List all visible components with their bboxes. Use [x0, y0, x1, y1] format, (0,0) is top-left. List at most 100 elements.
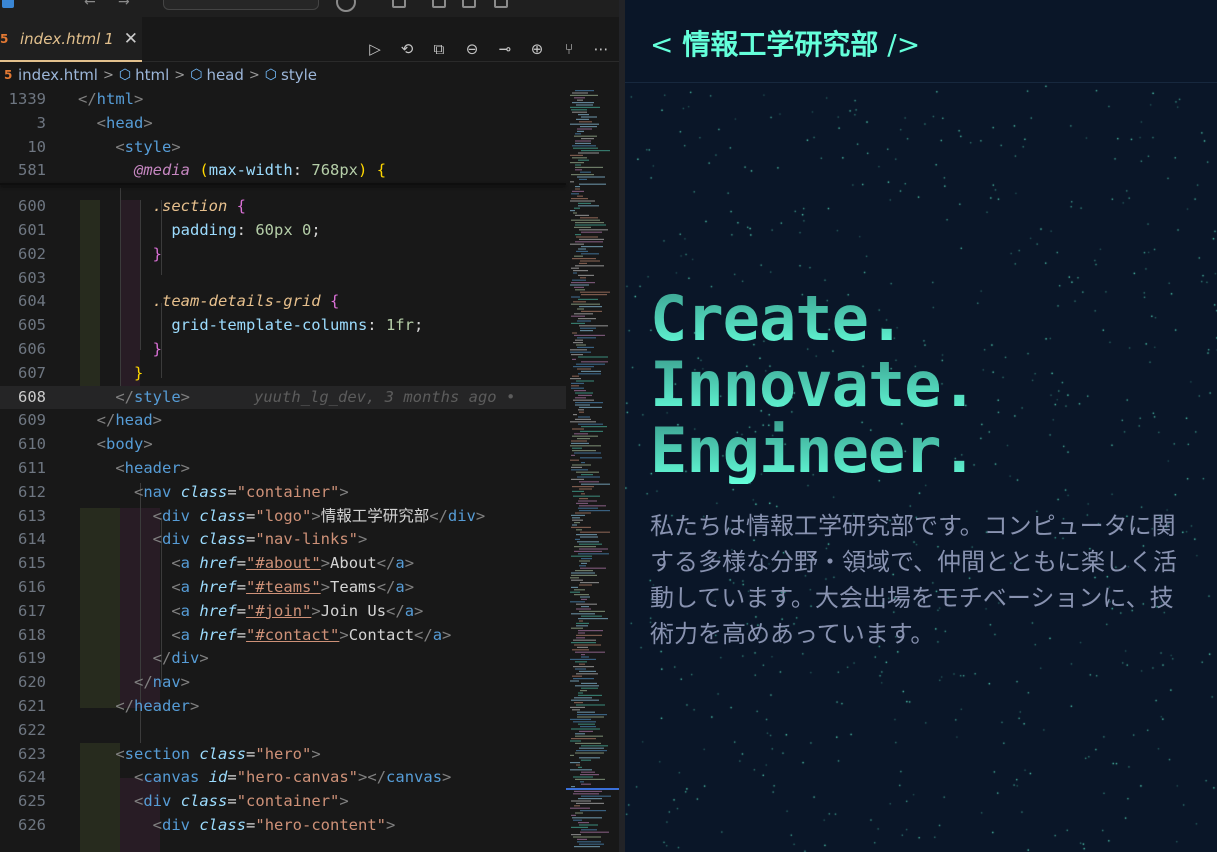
minimap-line	[579, 498, 588, 500]
minimap-line	[575, 661, 587, 663]
code-line[interactable]: 607 }	[0, 362, 566, 386]
minimap-line	[577, 128, 592, 130]
layout-sidebar-icon[interactable]	[462, 0, 476, 8]
git-commit-icon[interactable]: ⊸	[495, 39, 515, 59]
forward-arrow-icon[interactable]: →	[118, 0, 130, 10]
open-preview-icon[interactable]: ⧉	[429, 39, 449, 59]
git-next-change-icon[interactable]: ⊕	[527, 39, 547, 59]
minimap-line	[571, 814, 576, 816]
code-line[interactable]: 610 <body>	[0, 433, 566, 457]
breadcrumb-item-html[interactable]: html	[135, 66, 169, 84]
code-line[interactable]: 624 <canvas id="hero-canvas"></canvas>	[0, 766, 566, 790]
line-number: 625	[18, 792, 46, 811]
site-logo[interactable]: < 情報工学研究部 />	[650, 23, 920, 63]
minimap-line	[574, 697, 592, 699]
code-token: >	[171, 137, 181, 156]
breadcrumb-item-style[interactable]: style	[281, 66, 317, 84]
code-line[interactable]: 604 .team-details-grid {	[0, 290, 566, 314]
code-line[interactable]: 618 <a href="#contact">Contact</a>	[0, 624, 566, 648]
line-number: 608	[18, 387, 46, 406]
code-line[interactable]: 619 </div>	[0, 647, 566, 671]
code-line[interactable]: 620 </nav>	[0, 671, 566, 695]
breadcrumb-item-file[interactable]: index.html	[18, 66, 98, 84]
minimap-line	[570, 349, 587, 351]
code-area[interactable]: 1339 </html> 3 <head> 10 <style> 581 @media …	[0, 88, 566, 852]
code-token: <	[171, 601, 181, 620]
minimap-line	[574, 433, 588, 435]
code-line[interactable]: 605 grid-template-columns: 1fr;	[0, 314, 566, 338]
code-line[interactable]: 602 }	[0, 243, 566, 267]
minimap-line	[571, 579, 583, 581]
code-token: nav	[143, 482, 172, 501]
html5-file-icon: 5	[0, 31, 9, 46]
code-line[interactable]: 581 @media (max-width: 768px) {	[0, 159, 566, 184]
copilot-icon[interactable]	[336, 0, 356, 12]
close-icon[interactable]: ✕	[124, 29, 138, 49]
minimap-line	[572, 464, 591, 466]
minimap-line	[581, 294, 607, 296]
minimap-line	[575, 651, 605, 653]
code-line[interactable]: 609 </head>	[0, 409, 566, 433]
code-line[interactable]: 622	[0, 719, 566, 743]
run-icon[interactable]: ▷	[365, 39, 385, 59]
code-line[interactable]: 1339 </html>	[0, 88, 566, 112]
code-line[interactable]: 614 <div class="nav-links">	[0, 528, 566, 552]
minimap-line	[579, 481, 599, 483]
minimap-line	[577, 476, 600, 478]
code-line[interactable]: 615 <a href="#about">About</a>	[0, 552, 566, 576]
code-line[interactable]: 611 <header>	[0, 457, 566, 481]
minimap-line	[572, 111, 587, 113]
code-line[interactable]: 600 .section {	[0, 195, 566, 219]
code-text: }	[78, 243, 162, 267]
code-line[interactable]: 621 </header>	[0, 695, 566, 719]
line-number: 621	[18, 697, 46, 715]
back-arrow-icon[interactable]: ←	[84, 0, 96, 10]
minimap-line	[571, 786, 575, 788]
more-actions-icon[interactable]: ⋯	[591, 39, 611, 59]
code-line[interactable]: 3 <head>	[0, 111, 566, 136]
minimap-line	[573, 399, 594, 401]
hero-line-innovate: Innovate.	[650, 348, 978, 421]
customize-layout-icon[interactable]	[494, 0, 508, 8]
code-line[interactable]: 626 <div class="hero-content">	[0, 814, 566, 838]
live-preview: < 情報工学研究部 /> Create. Innovate. Engineer.…	[625, 0, 1217, 852]
code-line[interactable]: 10 <style>	[0, 135, 566, 160]
breadcrumb-item-head[interactable]: head	[206, 66, 243, 84]
code-line[interactable]: 613 <div class="logo">情報工学研究部</div>	[0, 505, 566, 529]
code-token: >	[339, 625, 349, 644]
minimap-line	[571, 382, 584, 384]
code-token: a	[180, 601, 191, 620]
layout-toggle-icon[interactable]	[392, 0, 406, 8]
minimap-line	[578, 798, 602, 800]
minimap[interactable]	[566, 88, 619, 852]
minimap-line	[573, 819, 582, 821]
minimap-line	[570, 123, 599, 125]
tab-index-html[interactable]: 5 index.html 1 ✕	[0, 17, 142, 62]
code-line[interactable]: 603	[0, 267, 566, 291]
git-previous-change-icon[interactable]: ⊖	[462, 39, 482, 59]
minimap-line	[571, 642, 596, 644]
tab-problem-count: 1	[104, 29, 114, 48]
code-line[interactable]: 616 <a href="#teams">Teams</a>	[0, 576, 566, 600]
code-line[interactable]: 608 </style> yuuth_lg_dev, 3 months ago •	[0, 385, 566, 410]
code-line[interactable]: 617 <a href="#join">Join Us</a>	[0, 600, 566, 624]
code-line[interactable]: 625 <div class="container">	[0, 790, 566, 814]
minimap-line	[581, 615, 602, 617]
code-line[interactable]: 612 <nav class="container">	[0, 481, 566, 505]
git-compare-icon[interactable]: ⑂	[559, 39, 579, 59]
code-token: class	[180, 792, 228, 811]
code-line[interactable]: 623 <section class="hero">	[0, 743, 566, 767]
command-center-search[interactable]	[163, 0, 319, 10]
minimap-line	[578, 416, 590, 418]
code-line[interactable]: 601 padding: 60px 0;	[0, 219, 566, 243]
minimap-line	[571, 303, 600, 305]
minimap-line	[578, 500, 597, 502]
code-token: "hero"	[255, 744, 312, 763]
layout-panel-icon[interactable]	[432, 0, 446, 8]
code-token: >	[180, 387, 191, 406]
code-line[interactable]: 606 }	[0, 338, 566, 362]
code-token: :	[292, 161, 312, 180]
code-token: >	[442, 625, 452, 644]
timeline-history-icon[interactable]: ⟲	[397, 39, 417, 59]
